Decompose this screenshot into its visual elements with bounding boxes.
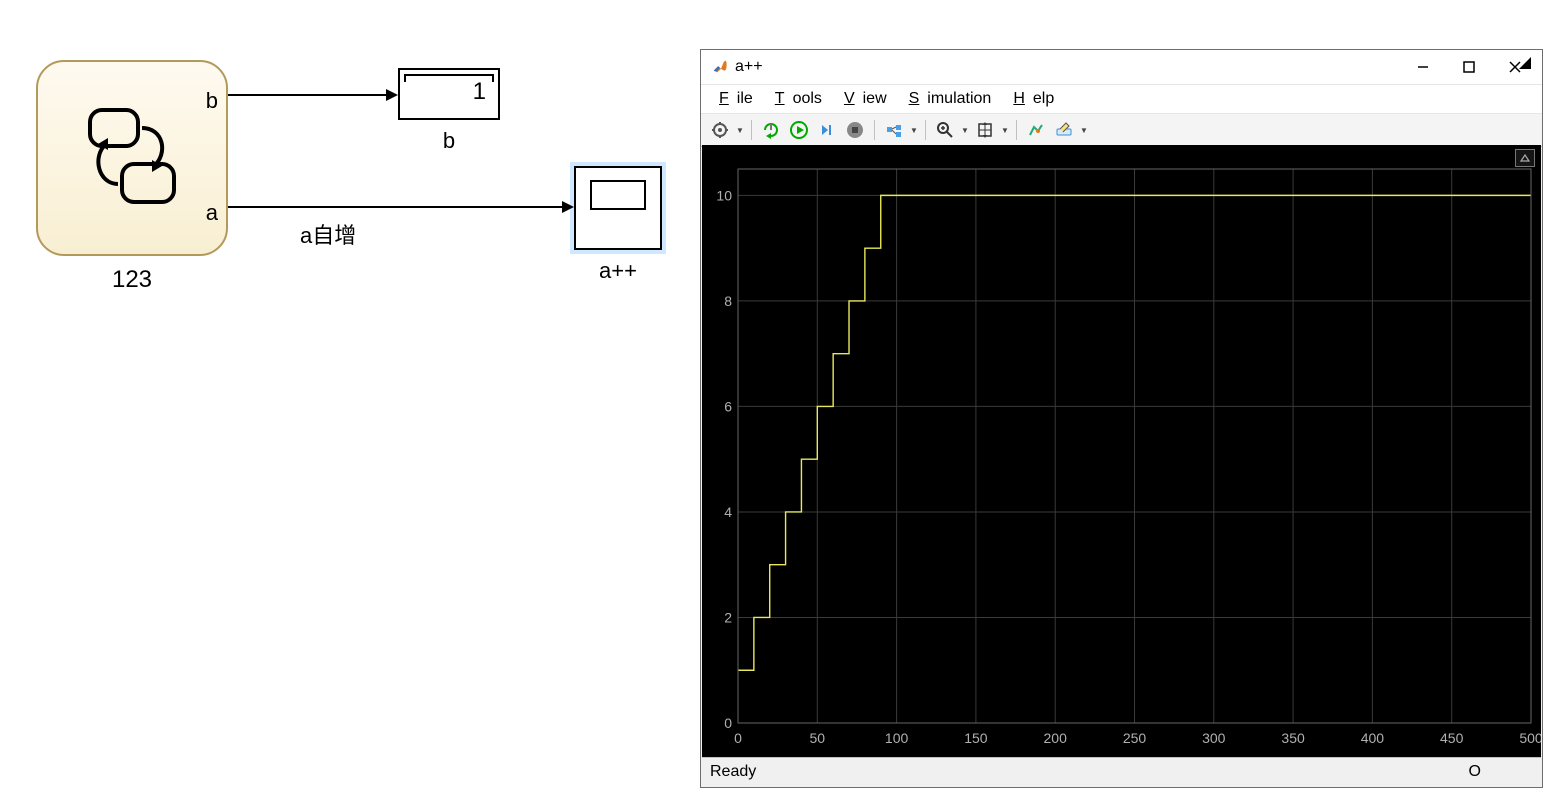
measurements-icon[interactable] [1023, 117, 1049, 143]
menu-view[interactable]: View [836, 88, 895, 110]
matlab-icon [711, 58, 729, 76]
svg-text:150: 150 [964, 730, 988, 746]
stateflow-chart-block[interactable]: b a [36, 60, 228, 256]
step-forward-icon[interactable] [814, 117, 840, 143]
output-port-a: a [206, 200, 218, 226]
zoom-dropdown[interactable]: ▼ [960, 117, 970, 143]
svg-text:10: 10 [716, 187, 732, 203]
svg-text:300: 300 [1202, 730, 1226, 746]
configure-dropdown[interactable]: ▼ [735, 117, 745, 143]
minimize-button[interactable] [1400, 52, 1446, 82]
status-text: Ready [710, 763, 756, 780]
arrow-a [562, 201, 574, 213]
scope-block-label: a++ [574, 258, 662, 284]
titlebar: a++ [701, 50, 1542, 85]
output-port-b: b [206, 88, 218, 114]
svg-text:2: 2 [724, 609, 732, 625]
menu-file[interactable]: File [711, 88, 761, 110]
highlight-dropdown[interactable]: ▼ [1079, 117, 1089, 143]
svg-text:8: 8 [724, 293, 732, 309]
svg-text:0: 0 [734, 730, 742, 746]
signal-line-b [228, 94, 388, 96]
scope-block[interactable] [574, 166, 662, 250]
scope-window: a++ File Tools View Simulation Help ▼ [700, 49, 1543, 788]
menubar: File Tools View Simulation Help [701, 85, 1542, 114]
stateflow-chart-label: 123 [36, 266, 228, 294]
signal-label-a: a自增 [300, 218, 356, 250]
signal-line-a [228, 206, 564, 208]
signal-selector-icon[interactable] [881, 117, 907, 143]
scope-plot[interactable]: 0 50 100 150 200 250 300 350 400 450 500 0 2 4 6 8 10 [702, 145, 1541, 757]
autoscale-icon[interactable] [972, 117, 998, 143]
display-value: 1 [473, 78, 486, 105]
zoom-icon[interactable] [932, 117, 958, 143]
menu-help[interactable]: Help [1005, 88, 1062, 110]
svg-text:200: 200 [1044, 730, 1068, 746]
highlight-icon[interactable] [1051, 117, 1077, 143]
svg-text:100: 100 [885, 730, 909, 746]
scope-screen-icon [590, 180, 646, 210]
window-title: a++ [735, 58, 1400, 76]
statusbar: Ready O [702, 757, 1541, 786]
signal-selector-dropdown[interactable]: ▼ [909, 117, 919, 143]
status-right: O [1469, 758, 1481, 786]
menu-simulation[interactable]: Simulation [901, 88, 1000, 110]
svg-text:450: 450 [1440, 730, 1464, 746]
svg-text:500: 500 [1519, 730, 1541, 746]
restart-icon[interactable] [758, 117, 784, 143]
run-icon[interactable] [786, 117, 812, 143]
svg-text:50: 50 [810, 730, 826, 746]
svg-text:0: 0 [724, 715, 732, 731]
svg-text:350: 350 [1281, 730, 1305, 746]
stop-icon[interactable] [842, 117, 868, 143]
arrow-b [386, 89, 398, 101]
menu-tools[interactable]: Tools [767, 88, 830, 110]
autoscale-dropdown[interactable]: ▼ [1000, 117, 1010, 143]
scope-axes: 0 50 100 150 200 250 300 350 400 450 500 0 2 4 6 8 10 [702, 145, 1541, 757]
svg-text:250: 250 [1123, 730, 1147, 746]
display-block[interactable]: 1 [398, 68, 500, 120]
svg-text:4: 4 [724, 504, 732, 520]
stateflow-icon [72, 98, 192, 218]
svg-text:6: 6 [724, 398, 732, 414]
dock-triangle-icon[interactable] [1514, 54, 1536, 72]
maximize-button[interactable] [1446, 52, 1492, 82]
display-block-label: b [398, 128, 500, 154]
svg-text:400: 400 [1361, 730, 1385, 746]
simulink-diagram: b a 123 1 b a++ a自增 [0, 0, 700, 788]
toolbar: ▼ ▼ ▼ ▼ ▼ [701, 114, 1542, 147]
configure-icon[interactable] [707, 117, 733, 143]
